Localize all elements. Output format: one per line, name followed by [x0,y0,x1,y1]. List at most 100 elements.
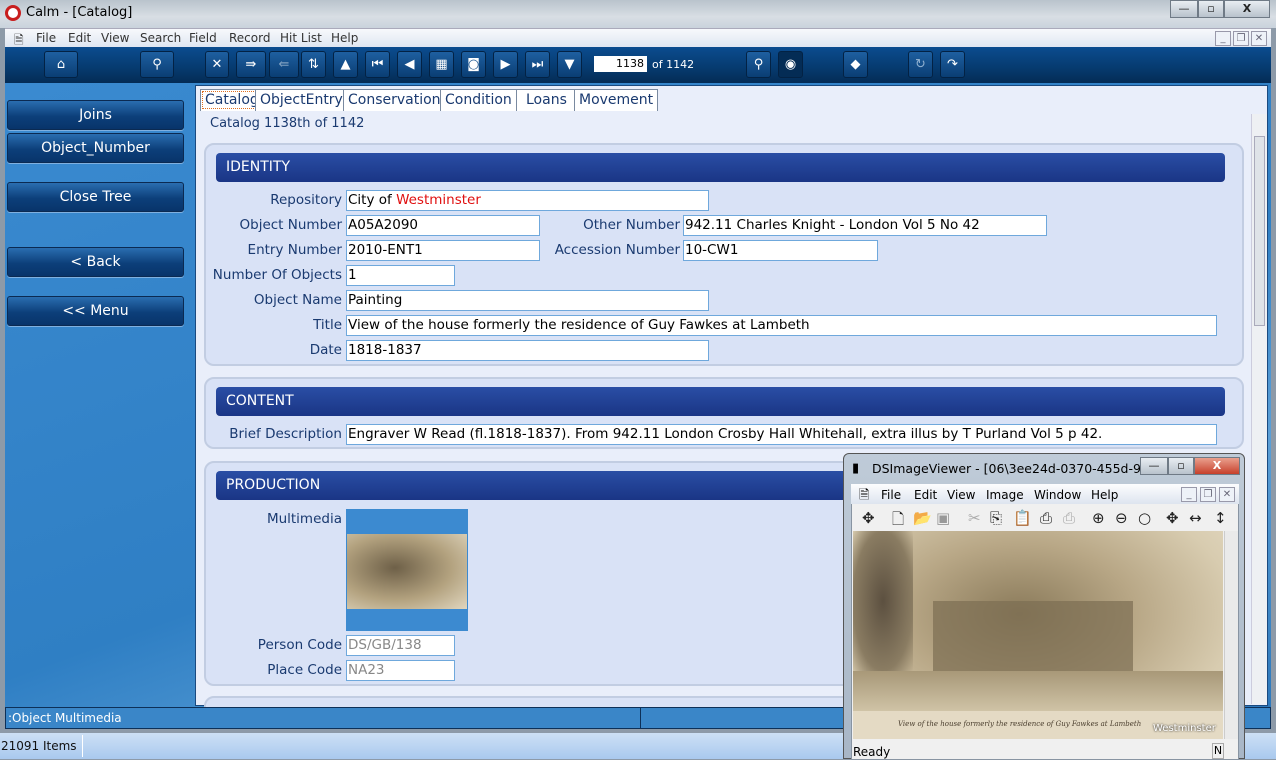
last-record-icon[interactable]: ⏭ [525,51,550,78]
object-name-field[interactable]: Painting [346,290,709,311]
viewer-maximize-button[interactable]: ▫ [1168,457,1194,475]
tab-movement[interactable]: Movement [574,89,659,111]
repository-field[interactable]: City of Westminster [346,190,709,211]
joins-button[interactable]: Joins [7,100,184,130]
menu-search[interactable]: Search [140,31,181,45]
accession-number-field[interactable]: 10-CW1 [683,240,878,261]
first-record-icon[interactable]: ⏮ [365,51,390,78]
grid-view-icon[interactable]: ▦ [429,51,454,78]
menu-help[interactable]: Help [331,31,358,45]
zoom-search-icon[interactable]: ⚲ [746,51,771,78]
tab-condition[interactable]: Condition [440,89,517,111]
object-number-button[interactable]: Object_Number [7,133,184,163]
expand-icon[interactable]: ✕ [205,51,229,78]
vertical-scrollbar[interactable] [1251,114,1267,704]
identity-section: IDENTITY Repository City of Westminster … [204,143,1244,366]
scrollbar-thumb[interactable] [1254,136,1265,326]
viewer-minimize-button[interactable]: — [1140,457,1168,475]
forward-list-icon[interactable]: ⇛ [236,51,266,78]
menu-file[interactable]: File [36,31,56,45]
paste-icon[interactable]: 📋 [1013,509,1032,527]
other-number-field[interactable]: 942.11 Charles Knight - London Vol 5 No … [683,215,1047,236]
fit-width-icon[interactable]: ↔ [1189,509,1202,527]
date-field[interactable]: 1818-1837 [346,340,709,361]
mdi-restore-button[interactable]: ❐ [1233,31,1249,46]
menu-record[interactable]: Record [229,31,270,45]
zoom-in-icon[interactable]: ⊕ [1092,509,1105,527]
accession-number-label: Accession Number [554,242,680,258]
house-shape [933,601,1133,671]
tab-conservation[interactable]: Conservation [343,89,446,111]
maximize-button[interactable]: ▫ [1198,0,1224,18]
mdi-close-button[interactable]: ✕ [1251,31,1267,46]
tab-objectentry[interactable]: ObjectEntry [255,89,348,111]
joystick-icon[interactable]: ⚲ [140,51,174,78]
multimedia-thumbnail[interactable] [346,509,468,631]
down-arrow-icon[interactable]: ▼ [557,51,582,78]
number-of-objects-field[interactable]: 1 [346,265,455,286]
viewer-mdi-restore[interactable]: ❐ [1200,487,1216,502]
home-icon[interactable]: ⌂ [44,51,78,78]
previous-record-icon[interactable]: ◀ [397,51,422,78]
water-shape [853,671,1223,711]
viewer-mdi-close[interactable]: ✕ [1219,487,1235,502]
calm-app-icon [5,5,21,21]
entry-number-label: Entry Number [247,242,342,258]
viewer-mdi-minimize[interactable]: _ [1181,487,1197,502]
window-title: Calm - [Catalog] [26,5,133,20]
mdi-minimize-button[interactable]: _ [1215,31,1231,46]
items-divider [82,735,83,757]
date-label: Date [309,342,342,358]
print-icon[interactable]: ⎙ [1040,509,1052,527]
copy-icon[interactable]: ⎘ [990,509,1002,527]
sort-az-icon[interactable]: ⇅ [301,51,326,78]
toolbar: ⌂ ⚲ ✕ ⇛ ⇚ ⇅ ▲ ⏮ ◀ ▦ ◙ ▶ ⏭ ▼ 1138 of 1142… [5,47,1271,83]
tab-loans[interactable]: Loans [516,89,577,111]
menu-field[interactable]: Field [189,31,217,45]
title-label: Title [313,317,342,333]
redo-icon[interactable]: ↷ [940,51,965,78]
title-field[interactable]: View of the house formerly the residence… [346,315,1217,336]
viewer-menu-window[interactable]: Window [1034,488,1081,502]
viewer-scrollbar[interactable] [1224,531,1238,739]
pan-icon[interactable]: ✥ [862,509,875,527]
zoom-icon[interactable]: ○ [1138,509,1151,527]
engraving-caption: View of the house formerly the residence… [898,720,1142,728]
viewer-menu-file[interactable]: File [881,488,901,502]
content-section: CONTENT Brief Description Engraver W Rea… [204,377,1244,449]
fit-both-icon[interactable]: ✥ [1166,509,1179,527]
brief-description-field[interactable]: Engraver W Read (fl.1818-1837). From 942… [346,424,1217,445]
menu-view[interactable]: View [101,31,129,45]
eraser-icon[interactable]: ◆ [843,51,868,78]
next-record-icon[interactable]: ▶ [493,51,518,78]
camera-icon[interactable]: ◙ [461,51,486,78]
menu-hit-list[interactable]: Hit List [280,31,322,45]
viewer-menu-image[interactable]: Image [986,488,1024,502]
thumbnail-image [347,534,467,609]
person-code-field[interactable]: DS/GB/138 [346,635,455,656]
viewer-menu-edit[interactable]: Edit [914,488,937,502]
viewer-menu-view[interactable]: View [947,488,975,502]
history-icon[interactable]: ↻ [908,51,933,78]
place-code-field[interactable]: NA23 [346,660,455,681]
image-viewer-window: ▮ DSImageViewer - [06\3ee24d-0370-455d-9… [843,453,1245,760]
print-preview-icon[interactable]: ⎙ [1063,509,1075,527]
close-button[interactable]: X [1224,0,1270,18]
object-name-label: Object Name [253,292,342,308]
minimize-button[interactable]: — [1170,0,1198,18]
save-icon[interactable]: ▣ [936,509,950,527]
open-folder-icon[interactable]: 📂 [913,509,932,527]
watermark: Westminster [1153,723,1216,734]
zoom-out-icon[interactable]: ⊖ [1115,509,1128,527]
menu-edit[interactable]: Edit [68,31,91,45]
record-number-input[interactable]: 1138 [594,56,647,72]
viewer-menu-help[interactable]: Help [1091,488,1118,502]
title-bar: Calm - [Catalog] — ▫ X [0,0,1276,28]
object-number-label: Object Number [239,217,343,233]
cut-icon[interactable]: ✂ [968,509,981,527]
fit-height-icon[interactable]: ↕ [1214,509,1227,527]
back-list-icon[interactable]: ⇚ [269,51,299,78]
eye-icon[interactable]: ◉ [778,51,803,78]
viewer-close-button[interactable]: X [1194,457,1240,475]
up-arrow-icon[interactable]: ▲ [333,51,358,78]
